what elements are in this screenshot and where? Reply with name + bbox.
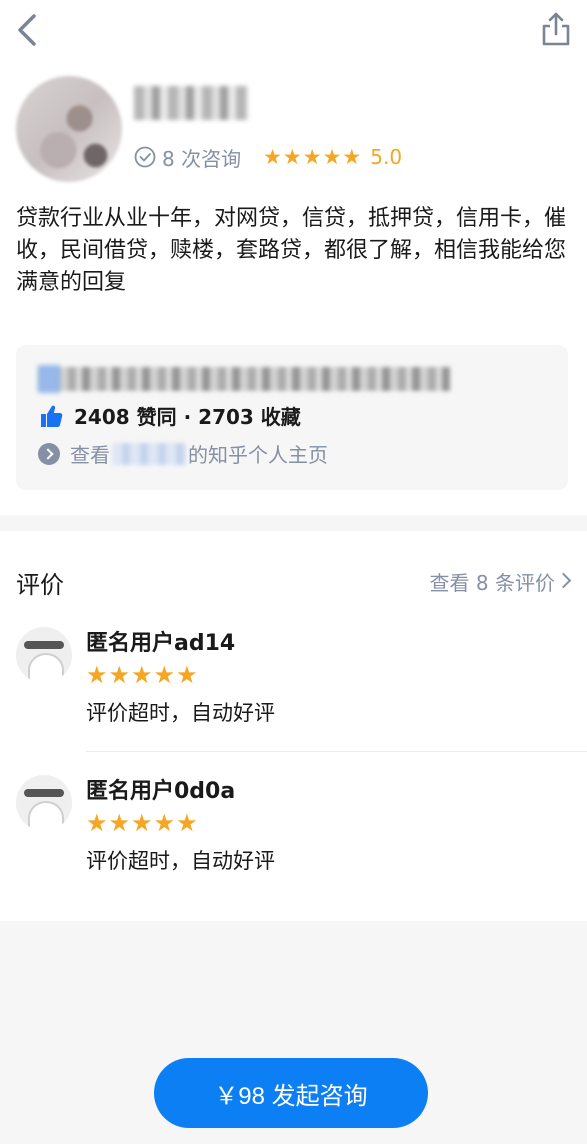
anonymous-avatar (16, 775, 72, 831)
review-item: 匿名用户0d0a ★ ★ ★ ★ ★ 评价超时，自动好评 (0, 775, 587, 915)
view-all-reviews-link[interactable]: 查看 8 条评价 (430, 567, 555, 596)
view-profile-suffix: 的知乎个人主页 (188, 443, 328, 467)
card-headline-blurred (38, 367, 450, 391)
profile-name-blurred (112, 442, 186, 465)
review-item: 匿名用户ad14 ★ ★ ★ ★ ★ 评价超时，自动好评 (0, 627, 587, 767)
reviewer-name: 匿名用户0d0a (86, 779, 236, 804)
review-stars: ★ ★ ★ ★ ★ (86, 811, 199, 835)
share-icon[interactable] (540, 10, 572, 48)
start-consultation-button[interactable]: ￥98 发起咨询 (154, 1058, 428, 1128)
star-icon: ★ (86, 809, 108, 837)
chevron-left-icon[interactable] (12, 12, 40, 48)
consultant-bio: 贷款行业从业十年，对网贷，信贷，抵押贷，信用卡，催收，民间借贷，赎楼，套路贷，都… (16, 206, 567, 295)
thumbs-up-icon (41, 405, 63, 427)
arrow-circle-icon (38, 442, 60, 465)
view-profile-link[interactable]: 查看 的知乎个人主页 (38, 439, 328, 468)
consultant-name-blurred (134, 86, 248, 120)
likes-text: 2408 赞同 · 2703 收藏 (74, 405, 301, 429)
reviews-section: 评价 查看 8 条评价 匿名用户ad14 ★ ★ ★ ★ ★ 评价超时，自动好评… (0, 531, 587, 921)
star-icon: ★ (342, 144, 362, 169)
consult-count: 8 次咨询 (162, 146, 242, 171)
star-icon: ★ (131, 661, 153, 689)
review-stars: ★ ★ ★ ★ ★ (86, 663, 199, 687)
star-icon: ★ (176, 661, 198, 689)
star-icon: ★ (153, 809, 176, 837)
rating-value: 5.0 (370, 145, 403, 169)
check-circle-icon (134, 146, 156, 168)
review-text: 评价超时，自动好评 (86, 849, 275, 873)
star-icon: ★ (153, 661, 176, 689)
rating-stars: ★ ★ ★ ★ ★ (263, 144, 362, 169)
profile-section: 8 次咨询 ★ ★ ★ ★ ★ 5.0 贷款行业从业十年，对网贷，信贷，抵押贷，… (0, 0, 587, 515)
star-icon: ★ (86, 661, 108, 689)
zhihu-profile-card[interactable]: 2408 赞同 · 2703 收藏 查看 的知乎个人主页 (16, 345, 568, 490)
view-profile-prefix: 查看 (70, 443, 110, 467)
reviews-title: 评价 (16, 571, 64, 599)
anonymous-avatar (16, 627, 72, 683)
consultant-avatar[interactable] (16, 76, 122, 182)
star-icon: ★ (108, 809, 131, 837)
likes-row: 2408 赞同 · 2703 收藏 (38, 401, 301, 430)
star-icon: ★ (263, 144, 282, 169)
chevron-right-icon[interactable] (555, 572, 572, 589)
review-text: 评价超时，自动好评 (86, 701, 275, 725)
reviewer-name: 匿名用户ad14 (86, 631, 236, 656)
star-icon: ★ (302, 144, 322, 169)
star-icon: ★ (322, 144, 342, 169)
consultant-stats: 8 次咨询 ★ ★ ★ ★ ★ 5.0 (134, 142, 402, 172)
review-divider (86, 751, 587, 752)
star-icon: ★ (282, 144, 302, 169)
star-icon: ★ (176, 809, 198, 837)
star-icon: ★ (131, 809, 153, 837)
star-icon: ★ (108, 661, 131, 689)
